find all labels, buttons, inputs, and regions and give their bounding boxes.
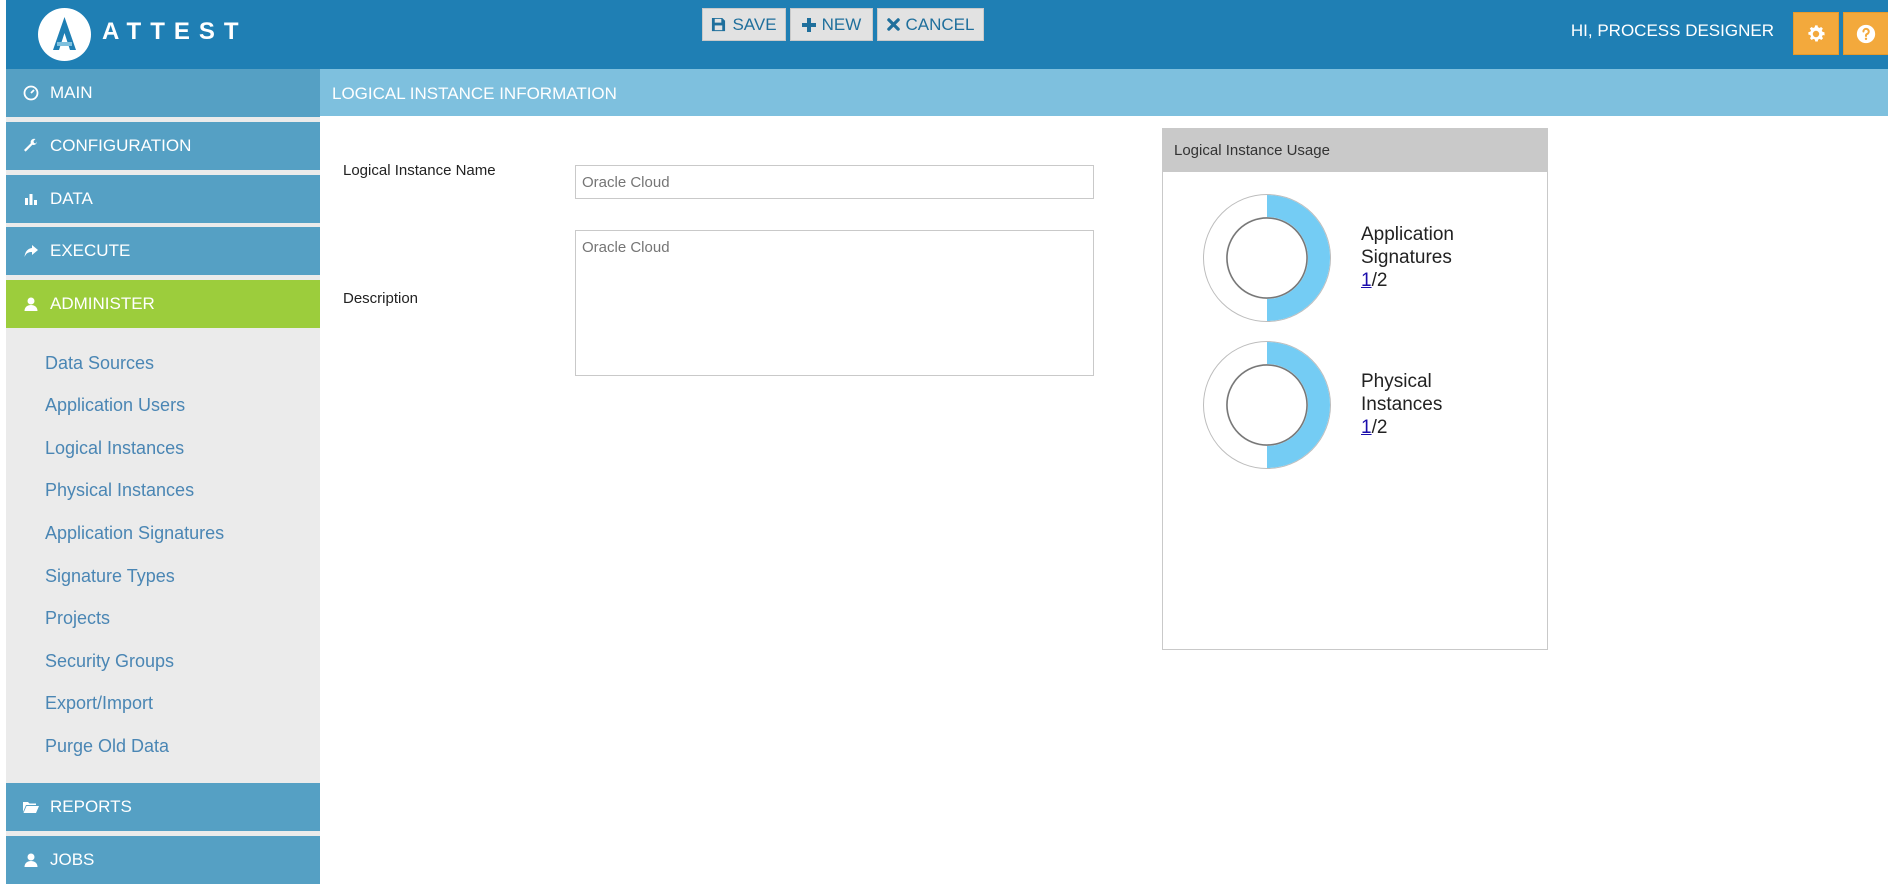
application-signatures-donut-fill [1267,195,1330,321]
admin-item-application-users[interactable]: Application Users [45,395,185,416]
nav-jobs-label: JOBS [50,850,95,869]
user-greeting: HI, PROCESS DESIGNER [1570,21,1774,40]
nav-jobs[interactable]: JOBS [6,836,320,884]
gear-icon [1808,24,1825,42]
new-button[interactable]: NEW [790,8,873,41]
user-icon [18,852,44,868]
nav-configuration-label: CONFIGURATION [50,136,192,155]
physical-instances-used-link[interactable]: 1 [1361,417,1372,438]
question-icon [1856,24,1876,43]
admin-item-purge-old-data[interactable]: Purge Old Data [45,736,169,757]
physical-instances-usage: Physical Instances 1/2 [1361,370,1442,439]
nav-execute-label: EXECUTE [50,241,131,260]
floppy-disk-icon [712,17,726,32]
nav-reports[interactable]: REPORTS [6,783,320,831]
plus-icon [801,17,816,32]
admin-item-export-import[interactable]: Export/Import [45,693,153,714]
admin-item-logical-instances[interactable]: Logical Instances [45,438,184,459]
admin-item-projects[interactable]: Projects [45,608,110,629]
admin-item-security-groups[interactable]: Security Groups [45,651,174,672]
bar-chart-icon [18,191,44,207]
page-title: LOGICAL INSTANCE INFORMATION [332,84,617,103]
nav-main[interactable]: MAIN [6,69,320,117]
application-signatures-total: /2 [1371,270,1388,291]
dashboard-icon [18,85,44,101]
application-signatures-label-line2: Signatures [1361,247,1452,268]
brand-name: ATTEST [102,18,248,45]
nav-configuration[interactable]: CONFIGURATION [6,122,320,170]
nav-data-label: DATA [50,189,93,208]
nav-main-label: MAIN [50,83,93,102]
physical-instances-total: /2 [1371,417,1388,438]
logo-a-icon [53,17,76,50]
save-button[interactable]: SAVE [702,8,786,41]
physical-instances-count: 1/2 [1361,416,1442,439]
user-icon [18,296,44,312]
nav-execute[interactable]: EXECUTE [6,227,320,275]
physical-instances-donut-fill [1267,342,1330,468]
folder-open-icon [18,799,44,815]
settings-button[interactable] [1793,12,1839,55]
physical-instances-label-line1: Physical [1361,371,1432,392]
nav-administer[interactable]: ADMINISTER [6,280,320,328]
application-signatures-usage: Application Signatures 1/2 [1361,223,1454,292]
sidebar: MAIN CONFIGURATION DATA EXECUTE ADMINIST… [6,69,320,884]
nav-administer-label: ADMINISTER [50,294,155,313]
cancel-button-label: CANCEL [905,14,975,34]
logical-instance-name-input[interactable] [575,165,1094,199]
new-button-label: NEW [821,14,862,34]
application-signatures-used-link[interactable]: 1 [1361,270,1372,291]
physical-instances-label-line2: Instances [1361,394,1443,415]
admin-item-physical-instances[interactable]: Physical Instances [45,480,194,501]
save-button-label: SAVE [732,14,777,34]
description-label: Description [343,290,419,307]
description-textarea[interactable] [575,230,1094,376]
nav-reports-label: REPORTS [50,797,132,816]
application-signatures-label-line1: Application [1361,224,1454,245]
admin-item-application-signatures[interactable]: Application Signatures [45,523,224,544]
help-button[interactable] [1843,12,1888,55]
wrench-icon [18,138,44,154]
page-toolbar: LOGICAL INSTANCE INFORMATION [320,69,1888,116]
admin-item-data-sources[interactable]: Data Sources [45,353,154,374]
admin-item-signature-types[interactable]: Signature Types [45,566,175,587]
physical-instances-donut [1203,341,1331,469]
usage-panel-title: Logical Instance Usage [1163,129,1547,172]
application-signatures-count: 1/2 [1361,269,1454,292]
share-arrow-icon [18,243,44,259]
logical-instance-usage-panel: Logical Instance Usage Application Signa… [1162,128,1548,650]
brand-logo [38,8,91,61]
nav-data[interactable]: DATA [6,175,320,223]
close-icon [886,18,900,31]
application-signatures-donut [1203,194,1331,322]
cancel-button[interactable]: CANCEL [877,8,984,41]
logical-instance-name-label: Logical Instance Name [343,162,496,179]
